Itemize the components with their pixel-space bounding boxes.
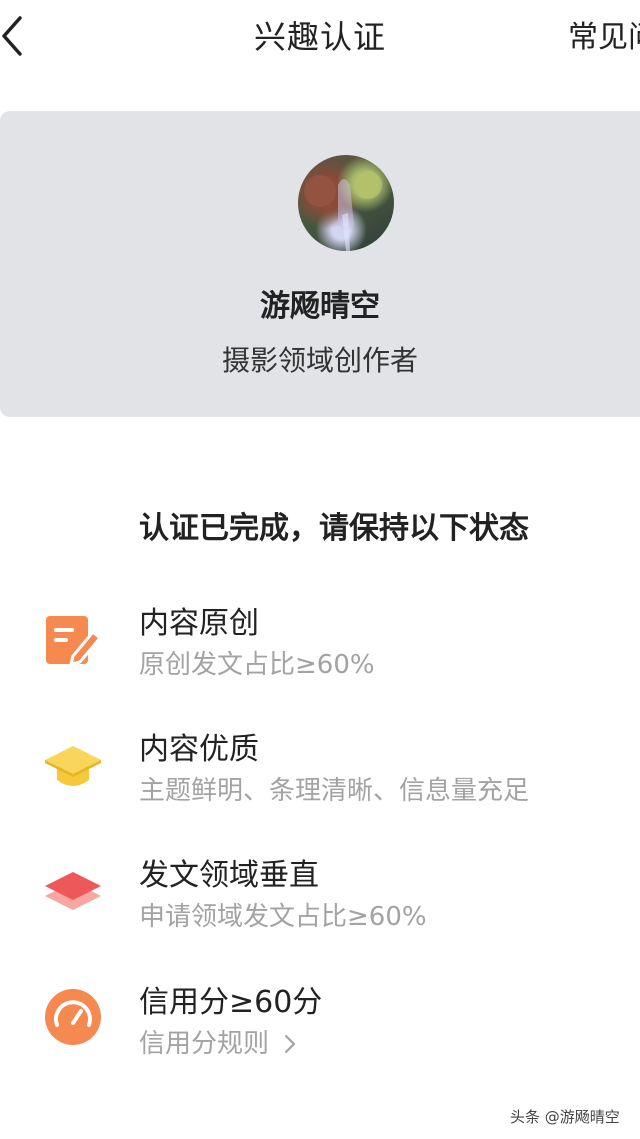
requirement-original: 内容原创 原创发文占比≥60% bbox=[0, 598, 640, 694]
requirement-title: 内容优质 bbox=[139, 732, 259, 767]
requirement-vertical: 发文领域垂直 申请领域发文占比≥60% bbox=[0, 850, 640, 946]
requirement-desc: 申请领域发文占比≥60% bbox=[139, 902, 427, 932]
faq-link[interactable]: 常见问 bbox=[568, 12, 640, 56]
page-title: 兴趣认证 bbox=[253, 18, 386, 56]
requirement-desc: 原创发文占比≥60% bbox=[139, 650, 375, 680]
domain-role: 摄影领域创作者 bbox=[221, 344, 418, 377]
avatar[interactable] bbox=[298, 155, 394, 251]
requirement-title: 内容原创 bbox=[139, 606, 259, 641]
requirement-quality: 内容优质 主题鲜明、条理清晰、信息量充足 bbox=[0, 724, 640, 820]
credit-rules-link[interactable]: 信用分规则 bbox=[139, 1023, 297, 1060]
chevron-right-icon bbox=[285, 1034, 296, 1054]
layers-icon bbox=[43, 862, 103, 922]
avatar-image bbox=[304, 171, 382, 251]
edit-document-icon bbox=[43, 610, 103, 670]
requirement-credit: 信用分≥60分 信用分规则 bbox=[0, 977, 640, 1073]
requirement-title: 信用分≥60分 bbox=[139, 985, 323, 1020]
nav-bar: 兴趣认证 常见问 bbox=[0, 0, 640, 70]
graduation-cap-icon bbox=[43, 736, 103, 796]
credit-rules-label: 信用分规则 bbox=[139, 1029, 270, 1059]
nickname: 游飏晴空 bbox=[260, 289, 380, 324]
watermark: 头条 @游飏晴空 bbox=[510, 1108, 620, 1126]
requirement-title: 发文领域垂直 bbox=[139, 858, 319, 893]
status-heading: 认证已完成，请保持以下状态 bbox=[139, 511, 529, 546]
gauge-icon bbox=[43, 987, 103, 1047]
profile-card: 游飏晴空 摄影领域创作者 bbox=[0, 111, 640, 417]
page: 兴趣认证 常见问 游飏晴空 摄影领域创作者 认证已完成，请保持以下状态 内容 bbox=[0, 0, 640, 1139]
requirement-desc: 主题鲜明、条理清晰、信息量充足 bbox=[139, 776, 530, 806]
